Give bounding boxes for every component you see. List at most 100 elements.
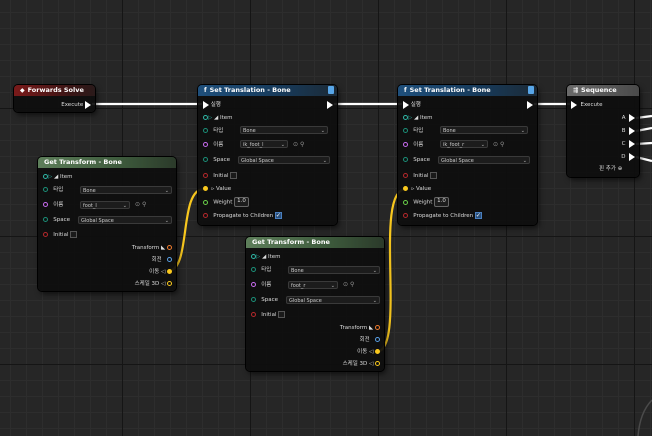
get-transform-node-2[interactable]: Get Transform - Bone ▷ ◢ Item 타입 Bone ⌄ 이… [246, 237, 384, 371]
name-pin-icon[interactable] [251, 282, 256, 287]
exec-pin-icon[interactable] [629, 139, 635, 148]
search-icon[interactable]: ⚲ [500, 140, 504, 150]
scale-output-pin[interactable]: 스케일 3D ◁ [135, 279, 172, 289]
name-pin-icon[interactable] [43, 202, 48, 207]
exec-pin-icon[interactable] [629, 152, 635, 161]
exec-pin-icon[interactable] [571, 100, 577, 109]
forwards-solve-node[interactable]: ◆ Forwards Solve Execute [14, 85, 95, 112]
space-pin[interactable]: Space [43, 215, 70, 225]
vector-pin-icon[interactable] [375, 361, 380, 366]
propagate-checkbox[interactable]: ✓ [274, 212, 282, 219]
bool-pin-icon[interactable] [403, 213, 408, 218]
rotation-output-pin[interactable]: 회전 [360, 335, 380, 345]
initial-checkbox[interactable] [230, 172, 238, 179]
sequence-output-c[interactable]: C [622, 139, 635, 149]
scale-output-pin[interactable]: 스케일 3D ◁ [343, 359, 380, 369]
float-pin-icon[interactable] [403, 199, 408, 205]
sequence-output-d[interactable]: D [621, 152, 635, 162]
get-transform-header[interactable]: Get Transform - Bone [38, 157, 176, 168]
item-pin[interactable]: ▷ ◢ Item [403, 113, 433, 123]
add-icon[interactable]: ⊕ [618, 166, 623, 172]
reset-icon[interactable]: ⊙ [135, 200, 140, 210]
set-translation-header[interactable]: f Set Translation - Bone [198, 85, 337, 96]
exec-input-pin[interactable]: Execute [571, 100, 603, 110]
value-pin[interactable]: ▹ Value [203, 184, 231, 194]
set-translation-header[interactable]: f Set Translation - Bone [398, 85, 537, 96]
bool-pin-icon[interactable] [203, 213, 208, 218]
propagate-pin[interactable]: Propagate to Children ✓ [203, 211, 282, 221]
search-icon[interactable]: ⚲ [350, 280, 354, 290]
sequence-output-a[interactable]: A [622, 113, 635, 123]
transform-output-pin[interactable]: Transform ◣ [132, 243, 172, 253]
type-pin[interactable]: 타입 [203, 126, 223, 136]
enum-pin-icon[interactable] [43, 187, 48, 192]
name-dropdown[interactable]: ik_foot_r ⌄ [440, 140, 488, 148]
get-transform-header[interactable]: Get Transform - Bone [246, 237, 384, 248]
name-dropdown[interactable]: ik_foot_l ⌄ [240, 140, 288, 148]
exec-pin-icon[interactable] [629, 113, 635, 122]
initial-checkbox[interactable] [278, 311, 286, 318]
weight-input[interactable]: 1.0 [234, 197, 249, 207]
enum-pin-icon[interactable] [251, 267, 256, 272]
reset-icon[interactable]: ⊙ [493, 140, 498, 150]
add-pin-button[interactable]: 핀 추가 ⊕ [599, 164, 622, 174]
execute-output-pin[interactable]: Execute [61, 100, 91, 110]
exec-pin-icon[interactable] [203, 100, 209, 109]
space-pin[interactable]: Space [403, 155, 430, 165]
reset-icon[interactable]: ⊙ [293, 140, 298, 150]
sequence-node[interactable]: ⇶ Sequence Execute A B C D 핀 추가 ⊕ [567, 85, 639, 177]
propagate-pin[interactable]: Propagate to Children ✓ [403, 211, 482, 221]
transform-pin-icon[interactable] [167, 245, 172, 250]
space-dropdown[interactable]: Global Space ⌄ [438, 156, 530, 164]
name-pin[interactable]: 이름 [43, 200, 63, 210]
name-tools[interactable]: ⊙ ⚲ [291, 140, 304, 150]
space-pin[interactable]: Space [251, 295, 278, 305]
exec-pin-icon[interactable] [629, 126, 635, 135]
item-pin[interactable]: ▷ ◢ Item [251, 252, 281, 262]
enum-pin-icon[interactable] [403, 128, 408, 133]
set-translation-node-1[interactable]: f Set Translation - Bone 실행 ▷ ◢ Item 타입 B… [198, 85, 337, 225]
weight-pin[interactable]: Weight 1.0 [403, 197, 449, 207]
search-icon[interactable]: ⚲ [142, 200, 146, 210]
name-tools[interactable]: ⊙ ⚲ [133, 200, 146, 210]
type-pin[interactable]: 타입 [403, 126, 423, 136]
reset-icon[interactable]: ⊙ [343, 280, 348, 290]
name-tools[interactable]: ⊙ ⚲ [341, 280, 354, 290]
space-pin[interactable]: Space [203, 155, 230, 165]
exec-input-pin[interactable]: 실행 [203, 100, 221, 110]
weight-input[interactable]: 1.0 [434, 197, 449, 207]
initial-pin[interactable]: Initial [251, 310, 286, 320]
name-pin-icon[interactable] [203, 142, 208, 147]
type-dropdown[interactable]: Bone ⌄ [288, 266, 380, 274]
bool-pin-icon[interactable] [203, 173, 208, 178]
item-pin[interactable]: ▷ ◢ Item [43, 172, 73, 182]
vector-pin-icon[interactable] [203, 186, 208, 191]
vector-pin-icon[interactable] [375, 349, 380, 354]
space-dropdown[interactable]: Global Space ⌄ [238, 156, 330, 164]
sequence-header[interactable]: ⇶ Sequence [567, 85, 639, 96]
name-pin[interactable]: 이름 [251, 280, 271, 290]
propagate-checkbox[interactable]: ✓ [474, 212, 482, 219]
get-transform-node-1[interactable]: Get Transform - Bone ▷ ◢ Item 타입 Bone ⌄ 이… [38, 157, 176, 291]
translation-output-pin[interactable]: 이동 ◁ [149, 267, 172, 277]
type-dropdown[interactable]: Bone ⌄ [240, 126, 328, 134]
exec-pin-icon[interactable] [85, 100, 91, 109]
item-pin[interactable]: ▷ ◢ Item [203, 113, 233, 123]
name-dropdown[interactable]: foot_r ⌄ [288, 281, 338, 289]
exec-output-pin[interactable] [327, 101, 333, 109]
exec-output-pin[interactable] [527, 101, 533, 109]
name-pin[interactable]: 이름 [403, 140, 423, 150]
initial-pin[interactable]: Initial [203, 171, 238, 181]
rotation-output-pin[interactable]: 회전 [152, 255, 172, 265]
vector-pin-icon[interactable] [403, 186, 408, 191]
space-dropdown[interactable]: Global Space ⌄ [286, 296, 380, 304]
weight-pin[interactable]: Weight 1.0 [203, 197, 249, 207]
vector-pin-icon[interactable] [167, 269, 172, 274]
enum-pin-icon[interactable] [43, 217, 48, 222]
name-dropdown[interactable]: foot_l ⌄ [80, 201, 130, 209]
enum-pin-icon[interactable] [403, 157, 408, 162]
enum-pin-icon[interactable] [203, 128, 208, 133]
initial-pin[interactable]: Initial [403, 171, 438, 181]
enum-pin-icon[interactable] [203, 157, 208, 162]
name-pin[interactable]: 이름 [203, 140, 223, 150]
